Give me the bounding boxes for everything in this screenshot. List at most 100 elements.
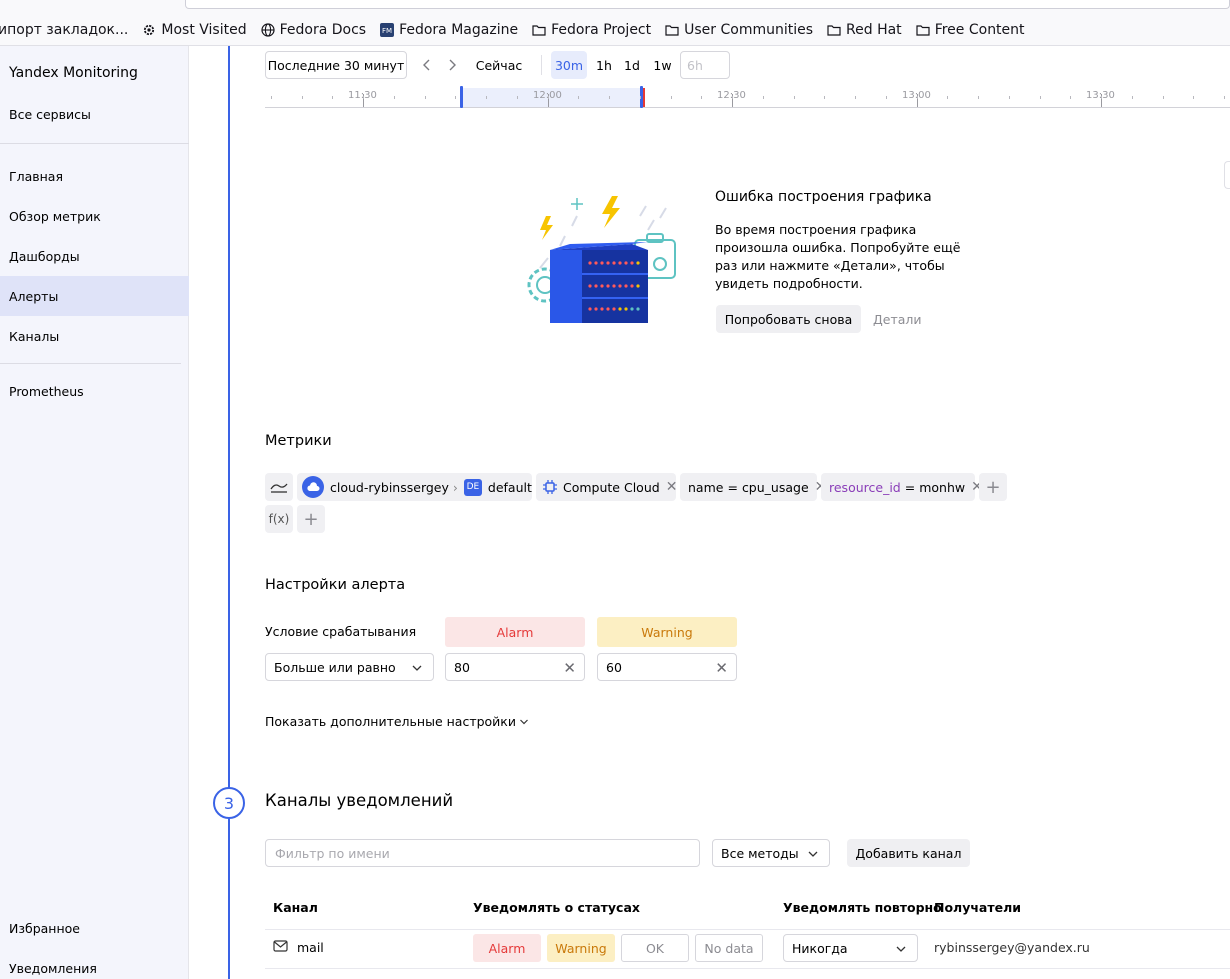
timeline-minor-tick bbox=[732, 96, 733, 99]
channels-title: Каналы уведомлений bbox=[265, 791, 454, 810]
timeline-scale[interactable]: 11:30 12:00 12:30 13:00 13:30 bbox=[265, 86, 1230, 108]
status-warning-toggle[interactable]: Warning bbox=[547, 934, 615, 962]
sidebar-item-label: Дашборды bbox=[9, 248, 80, 264]
mail-icon bbox=[273, 940, 288, 952]
scale-1d-button[interactable]: 1d bbox=[619, 51, 645, 79]
condition-label: Условие срабатывания bbox=[265, 624, 417, 639]
sidebar-item-dashboards[interactable]: Дашборды bbox=[0, 236, 189, 276]
bookmark-fedora-project[interactable]: Fedora Project bbox=[532, 22, 651, 38]
side-panel-toggle[interactable] bbox=[1224, 161, 1230, 189]
bookmark-label: ипорт закладок... bbox=[0, 22, 129, 38]
clear-icon[interactable]: ✕ bbox=[715, 659, 728, 677]
add-query-button[interactable]: + bbox=[297, 505, 325, 533]
show-more-settings-link[interactable]: Показать дополнительные настройки bbox=[265, 714, 529, 729]
status-ok-toggle[interactable]: OK bbox=[621, 934, 689, 962]
status-alarm-toggle[interactable]: Alarm bbox=[473, 934, 541, 962]
scale-1h-button[interactable]: 1h bbox=[591, 51, 617, 79]
prev-period-button[interactable] bbox=[415, 51, 439, 79]
bookmark-fedora-magazine[interactable]: FM Fedora Magazine bbox=[380, 22, 518, 38]
timeline-minor-tick bbox=[947, 96, 949, 99]
comparison-select[interactable]: Больше или равно bbox=[265, 653, 434, 681]
sidebar-item-favorites[interactable]: Избранное bbox=[9, 921, 80, 936]
function-icon: f(x) bbox=[268, 512, 290, 526]
warning-threshold-value: 60 bbox=[606, 659, 622, 675]
status-nodata-toggle[interactable]: No data bbox=[695, 934, 763, 962]
chip-icon bbox=[542, 479, 558, 495]
next-period-button[interactable] bbox=[440, 51, 464, 79]
chevron-down-icon bbox=[808, 851, 818, 857]
time-range-select[interactable]: Последние 30 минут bbox=[265, 51, 407, 79]
bookmarks-bar: ипорт закладок... Most Visited Fedora Do… bbox=[0, 0, 1230, 46]
timeline-minor-tick bbox=[1070, 96, 1072, 99]
more-settings-label: Показать дополнительные настройки bbox=[265, 714, 516, 729]
column-header-statuses: Уведомлять о статусах bbox=[473, 900, 640, 915]
warning-threshold-input[interactable]: 60 ✕ bbox=[597, 653, 737, 681]
repeat-select[interactable]: Никогда bbox=[783, 934, 918, 962]
label-value: cpu_usage bbox=[741, 479, 809, 495]
gear-icon bbox=[142, 23, 156, 37]
clear-icon[interactable]: ✕ bbox=[563, 659, 576, 677]
comparison-value: Больше или равно bbox=[274, 659, 396, 675]
sidebar-item-home[interactable]: Главная bbox=[0, 156, 189, 196]
sidebar-item-metrics[interactable]: Обзор метрик bbox=[0, 196, 189, 236]
cloud-folder-selector[interactable]: cloud-rybinssergey › DE default bbox=[297, 473, 532, 501]
timeline-minor-tick bbox=[885, 96, 887, 99]
column-header-recipients: Получатели bbox=[934, 900, 1022, 915]
label-chip-resource-id[interactable]: resource_id = monhw ✕ bbox=[821, 473, 983, 501]
alarm-threshold-value: 80 bbox=[454, 659, 470, 675]
brand-title[interactable]: Yandex Monitoring bbox=[9, 65, 138, 81]
timeline-left-handle[interactable] bbox=[460, 86, 463, 108]
table-divider bbox=[265, 929, 1230, 930]
timeline-minor-tick bbox=[793, 96, 795, 99]
timeline-minor-tick bbox=[824, 96, 826, 99]
scale-30m-button[interactable]: 30m bbox=[551, 51, 587, 79]
url-bar-fragment[interactable] bbox=[185, 0, 1230, 9]
bookmark-free-content[interactable]: Free Content bbox=[916, 22, 1025, 38]
methods-select[interactable]: Все методы bbox=[712, 839, 830, 867]
area-chart-icon bbox=[270, 483, 288, 493]
sidebar-item-alerts[interactable]: Алерты bbox=[0, 276, 189, 316]
alarm-threshold-input[interactable]: 80 ✕ bbox=[445, 653, 585, 681]
details-button[interactable]: Детали bbox=[873, 305, 922, 333]
bookmark-label: Red Hat bbox=[846, 22, 902, 38]
cloud-icon bbox=[302, 476, 324, 498]
globe-icon bbox=[260, 23, 275, 37]
sidebar-item-prometheus[interactable]: Prometheus bbox=[0, 371, 189, 411]
timeline-minor-tick bbox=[1101, 96, 1102, 99]
bookmark-most-visited[interactable]: Most Visited bbox=[142, 22, 247, 38]
timeline-minor-tick bbox=[455, 96, 457, 99]
bookmark-user-communities[interactable]: User Communities bbox=[665, 22, 813, 38]
bookmark-label: Fedora Magazine bbox=[399, 22, 519, 38]
bookmark-red-hat[interactable]: Red Hat bbox=[827, 22, 902, 38]
folder-badge: DE bbox=[463, 478, 482, 496]
sidebar-item-channels[interactable]: Каналы bbox=[0, 316, 189, 356]
plus-icon: + bbox=[303, 508, 319, 530]
chevron-left-icon bbox=[423, 59, 430, 71]
sidebar-item-notifications[interactable]: Уведомления bbox=[9, 961, 97, 976]
now-button[interactable]: Сейчас bbox=[470, 51, 528, 79]
retry-button[interactable]: Попробовать снова bbox=[716, 305, 861, 333]
bookmark-fedora-docs[interactable]: Fedora Docs bbox=[260, 22, 366, 38]
timeline-minor-tick bbox=[1008, 96, 1010, 99]
chart-type-button[interactable] bbox=[265, 473, 293, 501]
bookmark-label: User Communities bbox=[684, 22, 814, 38]
timeline-minor-tick bbox=[609, 96, 610, 99]
sidebar-item-label: Обзор метрик bbox=[9, 208, 101, 224]
custom-scale-input[interactable]: 6h bbox=[680, 51, 730, 79]
step-number: 3 bbox=[213, 787, 245, 819]
error-title: Ошибка построения графика bbox=[715, 189, 932, 205]
bookmark-import[interactable]: ипорт закладок... bbox=[0, 22, 128, 38]
scale-1w-button[interactable]: 1w bbox=[648, 51, 677, 79]
channel-filter-input[interactable]: Фильтр по имени bbox=[265, 839, 700, 867]
label-chip-name[interactable]: name = cpu_usage ✕ bbox=[680, 473, 826, 501]
chevron-right-icon: › bbox=[452, 479, 458, 495]
warning-label: Warning bbox=[597, 617, 737, 647]
all-services-link[interactable]: Все сервисы bbox=[9, 107, 91, 122]
add-label-button[interactable]: + bbox=[979, 473, 1007, 501]
service-chip[interactable]: Compute Cloud ✕ bbox=[536, 473, 678, 501]
error-text: Во время построения графика произошла ош… bbox=[715, 222, 961, 291]
close-icon[interactable]: ✕ bbox=[666, 479, 678, 495]
sidebar-item-label: Prometheus bbox=[9, 383, 84, 399]
function-button[interactable]: f(x) bbox=[265, 505, 293, 533]
add-channel-button[interactable]: Добавить канал bbox=[847, 839, 970, 867]
